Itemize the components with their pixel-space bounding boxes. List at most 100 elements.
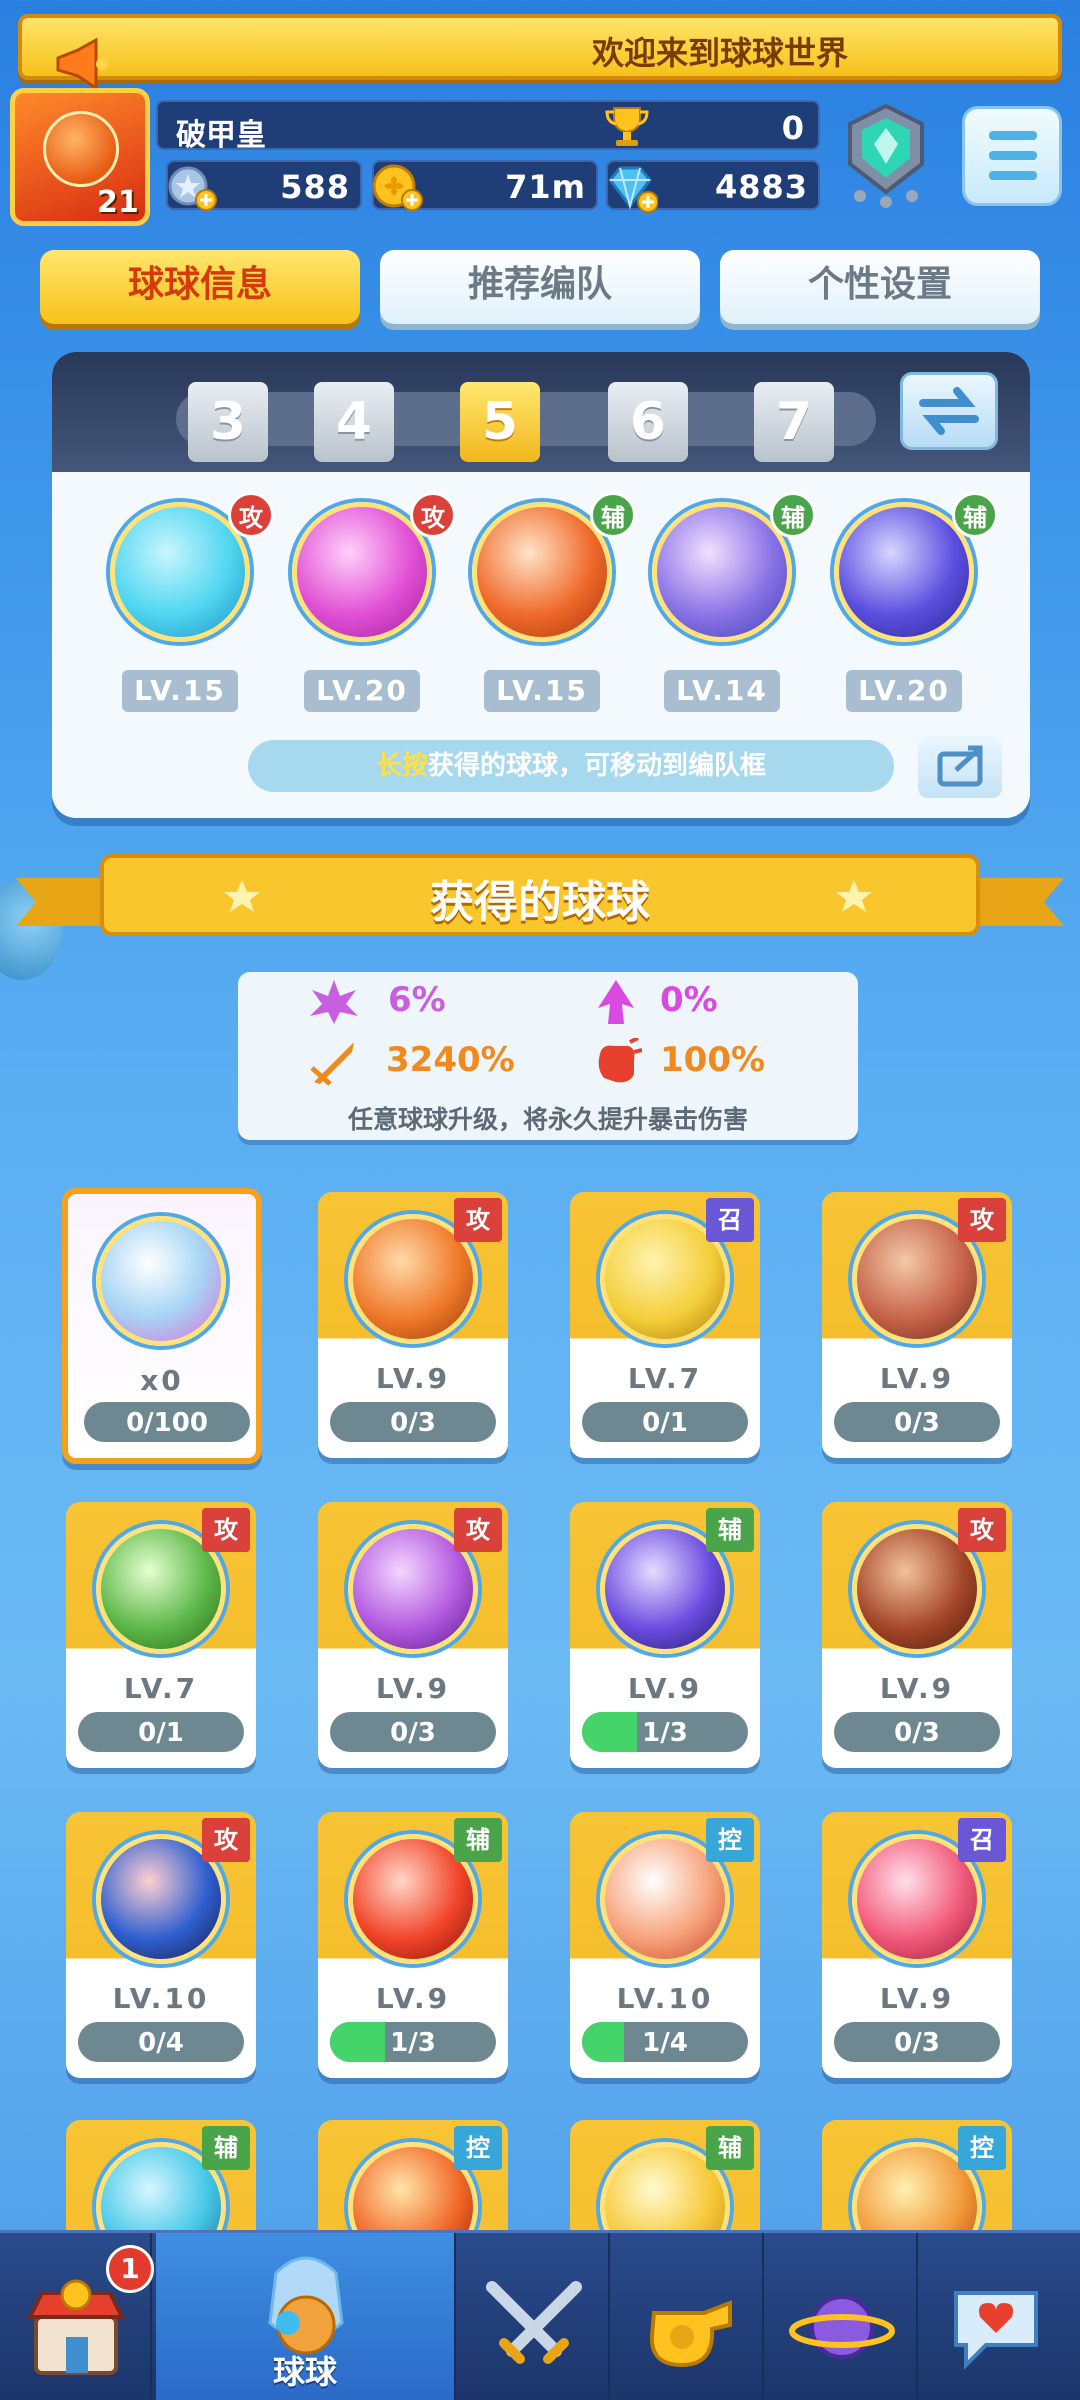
ball-card-progress-text: 0/3 — [894, 2028, 940, 2058]
team-ball-level: LV.20 — [846, 670, 962, 712]
long-press-hint: 长按获得的球球，可移动到编队框 — [248, 740, 894, 792]
ball-card[interactable]: 召 LV.7 0/1 — [570, 1192, 760, 1458]
team-slot-3[interactable]: 3 — [188, 382, 268, 462]
ball-card[interactable]: 攻 LV.9 0/3 — [318, 1192, 508, 1458]
team-slot-7[interactable]: 7 — [754, 382, 834, 462]
type-badge-summon: 召 — [958, 1818, 1006, 1862]
nav-shop[interactable]: 1 — [0, 2233, 154, 2400]
ball-card-progress: 1/4 — [582, 2022, 748, 2062]
tab-recommended-team[interactable]: 推荐编队 — [380, 250, 700, 324]
crit-rate-value: 6% — [388, 980, 446, 1020]
type-badge-attack: 攻 — [958, 1198, 1006, 1242]
type-badge-support: 辅 — [454, 1818, 502, 1862]
ball-card[interactable]: 辅 LV.9 1/3 — [570, 1502, 760, 1768]
planet-icon — [789, 2295, 895, 2359]
team-ball-level: LV.15 — [122, 670, 238, 712]
team-slot-4[interactable]: 4 — [314, 382, 394, 462]
ball-card[interactable]: 辅 LV.9 1/3 — [318, 1812, 508, 2078]
ball-card[interactable]: 攻 LV.9 0/3 — [822, 1192, 1012, 1458]
ball-card[interactable]: 攻 LV.9 0/3 — [822, 1502, 1012, 1768]
type-badge-support: 辅 — [590, 492, 636, 538]
ball-card[interactable]: 攻 LV.9 0/3 — [318, 1502, 508, 1768]
type-badge-control: 控 — [454, 2126, 502, 2170]
type-badge-control: 控 — [706, 1818, 754, 1862]
team-slot-5[interactable]: 5 — [460, 382, 540, 462]
ball-card-level: LV.9 — [879, 1672, 955, 1705]
tab-personal-settings[interactable]: 个性设置 — [720, 250, 1040, 324]
star-value: 588 — [280, 168, 350, 206]
type-badge-attack: 攻 — [958, 1508, 1006, 1552]
share-icon — [937, 745, 983, 787]
diamond-resource[interactable]: 4883 — [606, 160, 820, 213]
ball-card-progress-text: 1/4 — [642, 2028, 688, 2058]
ball-card-progress: 0/1 — [582, 1402, 748, 1442]
ball-card-special[interactable]: x0 0/100 — [62, 1188, 262, 1464]
diamond-icon — [608, 166, 658, 213]
section-title: 获得的球球 — [430, 877, 650, 928]
shop-icon — [26, 2279, 126, 2375]
ball-card[interactable]: 控 LV.10 1/4 — [570, 1812, 760, 2078]
ball-card-level: LV.9 — [375, 1362, 451, 1395]
type-badge-attack: 攻 — [228, 492, 274, 538]
ball-card-level: LV.9 — [375, 1982, 451, 2015]
menu-button[interactable] — [962, 106, 1062, 206]
type-badge-attack: 攻 — [454, 1508, 502, 1552]
ball-card-progress-text: 0/1 — [138, 1718, 184, 1748]
ball-card[interactable]: 攻 LV.10 0/4 — [66, 1812, 256, 2078]
ball-card-level: LV.7 — [627, 1362, 703, 1395]
trophy-icon — [605, 107, 649, 146]
player-avatar[interactable]: 21 — [10, 88, 150, 226]
nav-ball[interactable]: 球球 — [156, 2233, 456, 2400]
announcement-text: 欢迎来到球球世界 — [591, 34, 848, 72]
ball-card[interactable]: 召 LV.9 0/3 — [822, 1812, 1012, 2078]
coin-resource[interactable]: 71m — [372, 160, 598, 211]
ball-card-progress: 0/3 — [330, 1712, 496, 1752]
ball-card-level: LV.9 — [627, 1672, 703, 1705]
coin-value: 71m — [505, 168, 586, 206]
team-slot-header: 3 4 5 6 7 — [52, 352, 1030, 472]
ball-card-progress: 0/3 — [330, 1402, 496, 1442]
avatar-ball-icon — [43, 111, 119, 187]
ball-card-level: LV.7 — [123, 1672, 199, 1705]
stats-note: 任意球球升级，将永久提升暴击伤害 — [347, 1105, 748, 1134]
ball-card-count: x0 — [140, 1364, 184, 1397]
nav-chat[interactable] — [920, 2233, 1080, 2400]
announcement-bar: 欢迎来到球球世界 — [18, 14, 1062, 91]
bottom-nav: 1 球球 — [0, 2230, 1080, 2400]
clover-coin-icon — [372, 164, 423, 211]
ball-card-progress-text: 0/4 — [138, 2028, 184, 2058]
swap-button[interactable] — [900, 372, 998, 450]
menu-icon — [989, 131, 1037, 140]
ball-card[interactable]: 攻 LV.7 0/1 — [66, 1502, 256, 1768]
nav-whistle[interactable] — [612, 2233, 764, 2400]
type-badge-control: 控 — [958, 2126, 1006, 2170]
ball-card-level: LV.9 — [879, 1982, 955, 2015]
chat-heart-icon — [954, 2291, 1038, 2370]
player-name-bar: 破甲皇 0 — [156, 100, 820, 153]
team-slot-6[interactable]: 6 — [608, 382, 688, 462]
ball-card-progress-text: 1/3 — [390, 2028, 436, 2058]
ball-card-progress: 0/1 — [78, 1712, 244, 1752]
rank-badge-icon[interactable] — [838, 100, 934, 210]
hint-keyword: 长按 — [375, 751, 428, 781]
type-badge-support: 辅 — [202, 2126, 250, 2170]
ball-card-progress-text: 0/100 — [126, 1408, 208, 1438]
type-badge-attack: 攻 — [202, 1508, 250, 1552]
type-badge-support: 辅 — [770, 492, 816, 538]
pink-arrow-icon — [598, 980, 634, 1024]
ball-card-progress: 1/3 — [330, 2022, 496, 2062]
crit-damage-value: 3240% — [386, 1040, 515, 1080]
ball-card-progress-text: 1/3 — [642, 1718, 688, 1748]
ball-card-progress: 0/3 — [834, 1402, 1000, 1442]
nav-planet[interactable] — [766, 2233, 918, 2400]
ball-card-progress: 0/3 — [834, 1712, 1000, 1752]
orange-sword-icon — [310, 1042, 354, 1086]
type-badge-support: 辅 — [706, 2126, 754, 2170]
star-resource[interactable]: 588 — [166, 160, 362, 211]
crossed-swords-icon — [486, 2281, 582, 2364]
share-button[interactable] — [918, 736, 1002, 798]
nav-battle[interactable] — [458, 2233, 610, 2400]
tab-ball-info[interactable]: 球球信息 — [40, 250, 360, 324]
crit-bonus-value: 0% — [660, 980, 718, 1020]
ball-card-progress-text: 0/3 — [894, 1718, 940, 1748]
